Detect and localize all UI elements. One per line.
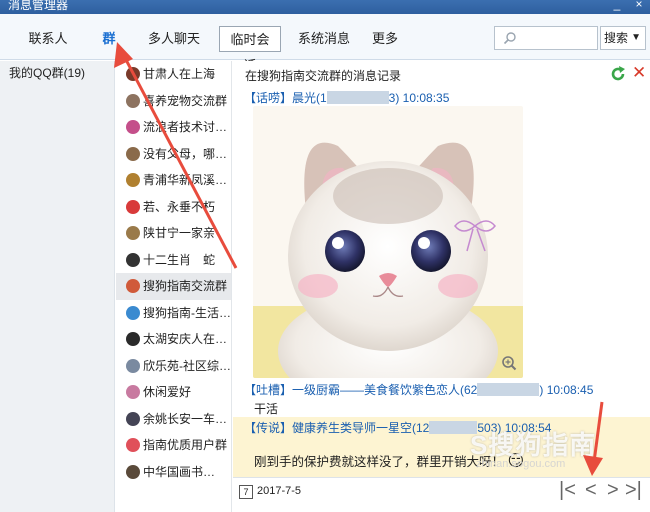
group-category-sidebar: 我的QQ群(19) — [0, 61, 115, 512]
tab-contacts[interactable]: 联系人 — [28, 26, 68, 52]
group-name: 没有父母，哪… — [143, 146, 228, 161]
group-avatar-icon — [126, 146, 140, 161]
next-page-button[interactable]: > — [607, 479, 619, 502]
list-item[interactable]: 余姚长安一车… — [116, 406, 231, 433]
group-name: 余姚长安一车… — [143, 411, 228, 426]
tab-temp-session[interactable]: 临时会话 — [219, 26, 281, 73]
list-item[interactable]: 甘肃人在上海 — [116, 61, 231, 88]
group-avatar-icon — [126, 385, 140, 399]
search-icon — [503, 32, 516, 45]
message-sender: 【吐槽】一级厨霸——美食餐饮紫色恋人(62) 10:08:45 — [244, 383, 594, 397]
message-sender: 【话唠】晨光(1 3) 10:08:35 — [244, 91, 450, 105]
group-name: 指南优质用户群 — [143, 438, 228, 452]
chevron-down-icon: ▼ — [631, 32, 641, 43]
calendar-icon[interactable]: 7 — [239, 485, 253, 499]
group-avatar-icon — [126, 279, 140, 293]
group-avatar-icon — [126, 464, 140, 479]
kitten-photo[interactable] — [253, 106, 523, 378]
close-icon[interactable]: ✕ — [632, 63, 646, 83]
group-avatar-icon — [126, 93, 140, 108]
list-item-selected[interactable]: 搜狗指南交流群 — [116, 273, 231, 300]
list-item[interactable]: 中华国画书… — [116, 459, 231, 486]
list-item[interactable]: 太湖安庆人在… — [116, 326, 231, 353]
list-item[interactable]: 喜养宠物交流群 — [116, 88, 231, 115]
history-footer: 7 2017-7-5 |< < > >| — [233, 477, 650, 512]
last-page-button[interactable]: >| — [625, 479, 642, 502]
group-name: 甘肃人在上海 — [143, 67, 216, 81]
group-list: 甘肃人在上海 喜养宠物交流群 流浪者技术讨… 没有父母，哪… 青浦华新凤溪… 若… — [116, 61, 232, 512]
window-titlebar: 消息管理器 _ × — [0, 0, 650, 14]
group-name: 若、永垂不朽 — [143, 199, 216, 214]
sidebar-item-my-qq-groups[interactable]: 我的QQ群(19) — [0, 61, 114, 85]
group-avatar-icon — [126, 252, 140, 267]
redacted-number — [326, 91, 389, 104]
search-input[interactable] — [494, 26, 598, 50]
group-avatar-icon — [126, 199, 140, 214]
list-item[interactable]: 若、永垂不朽 — [116, 194, 231, 221]
sogou-watermark: S搜狗指南 — [470, 430, 597, 460]
minimize-button[interactable]: _ — [608, 0, 626, 12]
group-name: 喜养宠物交流群 — [143, 93, 228, 108]
tab-groups[interactable]: 群 — [100, 26, 118, 52]
group-name: 流浪者技术讨… — [143, 120, 228, 134]
previous-page-button[interactable]: < — [585, 479, 597, 502]
group-name: 中华国画书… — [143, 464, 216, 479]
list-item[interactable]: 青浦华新凤溪… — [116, 167, 231, 194]
message-text: 干活 — [254, 402, 279, 416]
redacted-number — [477, 383, 540, 396]
group-name: 搜狗指南交流群 — [143, 279, 228, 293]
group-name: 休闲爱好 — [143, 385, 192, 399]
list-item[interactable]: 陕甘宁一家亲 — [116, 220, 231, 247]
date-selector[interactable]: 2017-7-5 — [257, 485, 301, 497]
group-avatar-icon — [126, 411, 140, 426]
refresh-icon[interactable] — [609, 65, 627, 83]
list-item[interactable]: 流浪者技术讨… — [116, 114, 231, 141]
tab-multi-chat[interactable]: 多人聊天 — [146, 26, 202, 52]
message-history: 在搜狗指南交流群的消息记录 ✕ 【话唠】晨光(1 3) 10:08:35 【吐槽… — [233, 61, 650, 477]
group-name: 搜狗指南-生活… — [143, 305, 231, 320]
list-item[interactable]: 十二生肖 蛇 — [116, 247, 231, 274]
group-avatar-icon — [126, 120, 140, 134]
toolbar: 联系人 群 多人聊天 临时会话 系统消息 更多 搜索 ▼ — [0, 14, 650, 73]
group-avatar-icon — [126, 226, 140, 240]
list-item[interactable]: 指南优质用户群 — [116, 432, 231, 459]
zoom-icon[interactable] — [501, 355, 517, 371]
search-button-label: 搜索 — [604, 31, 629, 45]
list-item[interactable]: 没有父母，哪… — [116, 141, 231, 168]
group-name: 陕甘宁一家亲 — [143, 226, 216, 240]
list-item[interactable]: 搜狗指南-生活… — [116, 300, 231, 327]
tab-system-messages[interactable]: 系统消息 — [297, 26, 351, 52]
group-name: 青浦华新凤溪… — [143, 173, 228, 187]
list-item[interactable]: 休闲爱好 — [116, 379, 231, 406]
group-avatar-icon — [126, 438, 140, 452]
group-name: 太湖安庆人在… — [143, 332, 228, 346]
list-item[interactable]: 欣乐苑-社区综… — [116, 353, 231, 380]
window-title: 消息管理器 — [8, 0, 69, 12]
close-window-button[interactable]: × — [630, 0, 648, 12]
group-name: 欣乐苑-社区综… — [143, 358, 231, 373]
group-avatar-icon — [126, 67, 140, 81]
message-history-title: 在搜狗指南交流群的消息记录 — [245, 69, 402, 83]
tab-more[interactable]: 更多 — [372, 26, 398, 52]
group-avatar-icon — [126, 332, 140, 346]
group-avatar-icon — [126, 305, 140, 320]
group-name: 十二生肖 蛇 — [143, 252, 216, 267]
first-page-button[interactable]: |< — [559, 479, 576, 502]
watermark-url: zhinan.sogou.com — [476, 458, 566, 470]
search-button[interactable]: 搜索 ▼ — [600, 26, 646, 50]
group-avatar-icon — [126, 173, 140, 187]
group-avatar-icon — [126, 358, 140, 373]
